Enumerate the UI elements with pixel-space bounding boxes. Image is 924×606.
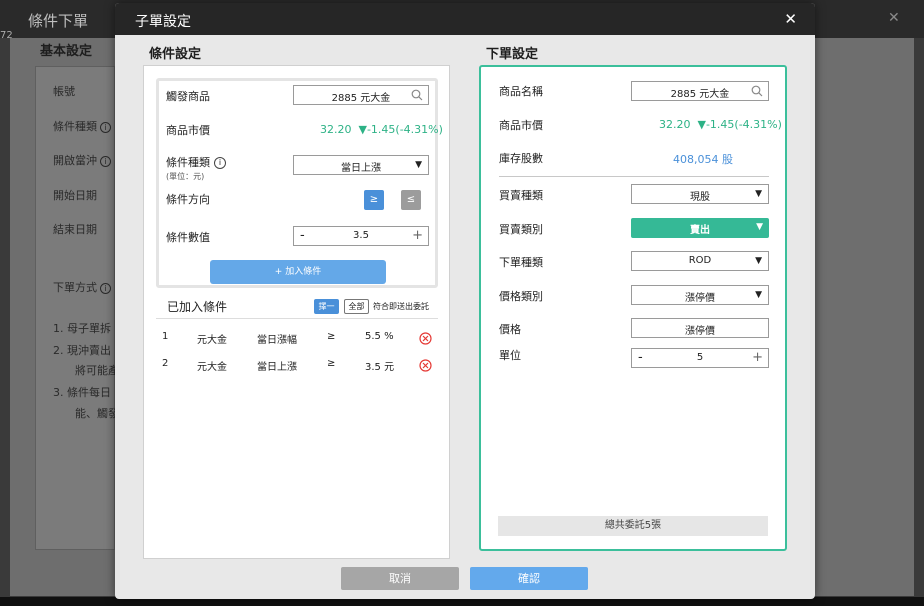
mode-any-button[interactable]: 擇一 <box>314 299 339 314</box>
background-label-account: 帳號 <box>53 85 75 98</box>
background-label-end-date: 結束日期 <box>53 223 97 236</box>
background-label-start-date: 開始日期 <box>53 189 97 202</box>
delete-icon[interactable] <box>419 332 432 345</box>
info-icon: i <box>100 122 111 133</box>
chevron-down-icon: ▼ <box>755 256 762 266</box>
background-label-order-method: 下單方式 i <box>53 279 111 295</box>
background-label-condition-type: 條件種類 i <box>53 118 111 134</box>
modal-header: 子單設定 ✕ <box>115 3 815 35</box>
price-type-label: 價格類別 <box>499 290 543 303</box>
product-name-input[interactable]: 2885 元大金 <box>631 81 769 101</box>
plus-button[interactable]: + <box>752 350 763 365</box>
condition-direction-label: 條件方向 <box>166 193 210 206</box>
background-left-fragment: 72 <box>0 30 13 41</box>
order-type-select[interactable]: ROD ▼ <box>631 251 769 271</box>
condition-type-label: 條件種類 i <box>166 154 226 170</box>
sub-order-modal: 子單設定 ✕ 條件設定 下單設定 觸發商品 2885 元大金 商品市價 32.2… <box>115 3 815 599</box>
stock-quantity-label: 庫存股數 <box>499 152 543 165</box>
direction-le-button[interactable]: ≤ <box>401 190 421 210</box>
list-divider <box>156 318 438 319</box>
mode-all-button[interactable]: 全部 <box>344 299 369 314</box>
trade-type-label: 買賣種類 <box>499 189 543 202</box>
side-select[interactable]: 賣出 ▼ <box>631 218 769 238</box>
background-note-line: 2. 現沖賣出 <box>53 344 111 357</box>
market-price-value: 32.20 ▼-1.45(-4.31%) <box>320 123 443 136</box>
background-note-line: 將可能產 <box>75 364 119 377</box>
background-note-line: 1. 母子單拆 <box>53 322 111 335</box>
modal-title: 子單設定 <box>135 14 191 30</box>
delete-icon[interactable] <box>419 359 432 372</box>
background-title: 條件下單 <box>28 12 89 30</box>
background-close-icon: ✕ <box>888 10 900 26</box>
side-label: 買賣類別 <box>499 223 543 236</box>
mode-note: 符合即送出委託 <box>373 302 429 311</box>
cancel-button[interactable]: 取消 <box>341 567 459 590</box>
price-input[interactable]: 漲停價 <box>631 318 769 338</box>
close-icon[interactable]: ✕ <box>784 10 797 28</box>
condition-type-unit: (單位：元) <box>166 172 205 181</box>
background-section-title: 基本設定 <box>40 44 93 59</box>
unit-stepper[interactable]: - 5 + <box>631 348 769 368</box>
condition-value-stepper[interactable]: - 3.5 + <box>293 226 429 246</box>
order-section-title: 下單設定 <box>486 47 539 62</box>
direction-ge-button[interactable]: ≥ <box>364 190 384 210</box>
product-name-label: 商品名稱 <box>499 85 543 98</box>
price-type-select[interactable]: 漲停價 ▼ <box>631 285 769 305</box>
order-market-price-value: 32.20 ▼-1.45(-4.31%) <box>659 118 782 131</box>
market-price-label: 商品市價 <box>166 124 210 137</box>
order-panel: 商品名稱 2885 元大金 商品市價 32.20 ▼-1.45(-4.31%) … <box>479 65 787 551</box>
price-label: 價格 <box>499 323 521 336</box>
background-note-line: 3. 條件每日 <box>53 386 111 399</box>
info-icon: i <box>100 156 111 167</box>
stock-quantity-value: 408,054 股 <box>673 153 733 166</box>
chevron-down-icon: ▼ <box>755 189 762 199</box>
trigger-product-input[interactable]: 2885 元大金 <box>293 85 429 105</box>
condition-value-label: 條件數值 <box>166 231 210 244</box>
confirm-button[interactable]: 確認 <box>470 567 588 590</box>
order-total: 總共委託5張 <box>498 516 768 536</box>
search-icon <box>411 89 423 101</box>
price-change: ▼-1.45(-4.31%) <box>358 123 443 136</box>
background-label-daytrade: 開啟當沖 i <box>53 152 111 168</box>
search-icon <box>751 85 763 97</box>
background-note-line: 能、觸發 <box>75 407 119 420</box>
chevron-down-icon: ▼ <box>415 160 422 170</box>
condition-section-title: 條件設定 <box>149 47 202 62</box>
condition-panel: 觸發商品 2885 元大金 商品市價 32.20 ▼-1.45(-4.31%) … <box>143 65 450 559</box>
trade-type-select[interactable]: 現股 ▼ <box>631 184 769 204</box>
chevron-down-icon: ▼ <box>756 222 763 232</box>
condition-type-select[interactable]: 當日上漲 ▼ <box>293 155 429 175</box>
order-divider <box>499 176 769 177</box>
background-panel <box>35 66 115 550</box>
order-type-label: 下單種類 <box>499 256 543 269</box>
plus-button[interactable]: + <box>412 228 423 243</box>
unit-label: 單位 <box>499 349 521 362</box>
trigger-product-label: 觸發商品 <box>166 90 210 103</box>
added-conditions-title: 已加入條件 <box>167 300 228 314</box>
price-change: ▼-1.45(-4.31%) <box>697 118 782 131</box>
condition-form <box>156 78 438 288</box>
chevron-down-icon: ▼ <box>755 290 762 300</box>
add-condition-button[interactable]: + 加入條件 <box>210 260 386 284</box>
order-market-price-label: 商品市價 <box>499 119 543 132</box>
info-icon: i <box>100 283 111 294</box>
info-icon: i <box>214 157 226 169</box>
